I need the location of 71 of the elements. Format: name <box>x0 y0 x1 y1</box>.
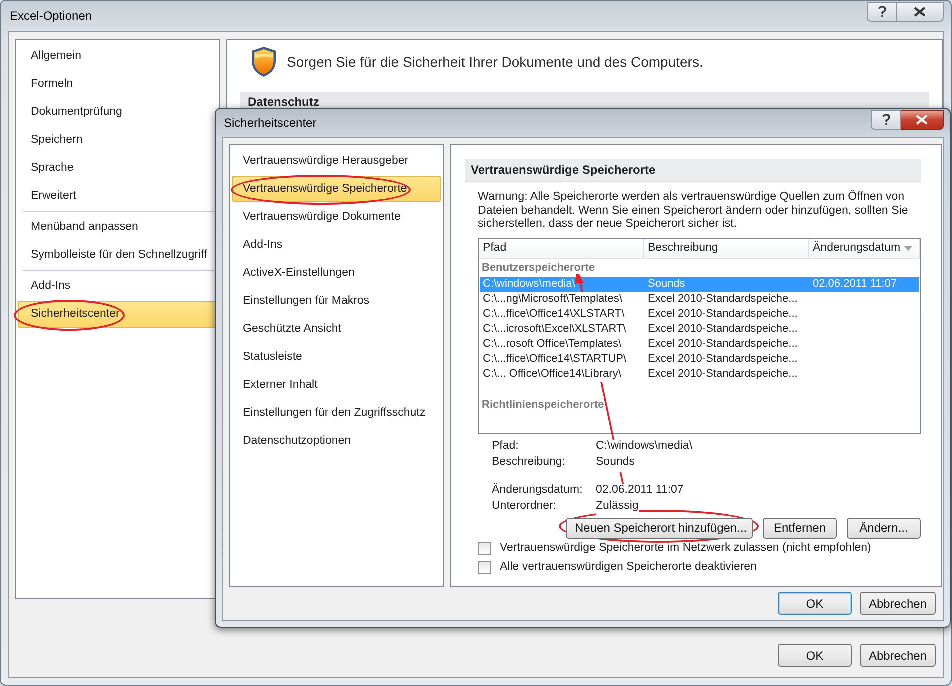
list-row[interactable]: C:\...ffice\Office14\STARTUP\ Excel 2010-Standardspeiche... <box>480 352 919 366</box>
cancel-button[interactable]: Abbrechen <box>860 644 936 667</box>
help-button[interactable] <box>871 110 901 130</box>
sidebar-item[interactable]: Sprache <box>18 155 217 182</box>
column-label: Pfad <box>483 242 507 254</box>
sidebar-item[interactable]: Allgemein <box>18 43 217 70</box>
row-cell: Excel 2010-Standardspeiche... <box>648 352 798 366</box>
column-header[interactable]: Änderungsdatum <box>809 238 920 258</box>
sidebar-item[interactable]: Geschützte Ansicht <box>232 316 441 342</box>
sidebar-item[interactable]: Add-Ins <box>232 232 441 258</box>
sidebar-item[interactable]: Vertrauenswürdige Dokumente <box>232 204 441 230</box>
help-icon <box>878 6 886 18</box>
modify-button[interactable]: Ändern... <box>847 518 921 538</box>
detail-label: Unterordner: <box>492 500 558 514</box>
column-header[interactable]: Beschreibung <box>644 238 809 258</box>
sidebar-item[interactable]: Menüband anpassen <box>18 214 217 241</box>
group-label: Benutzerspeicherorte <box>482 258 596 274</box>
sidebar-item[interactable]: ActiveX-Einstellungen <box>232 260 441 286</box>
close-icon <box>916 115 928 125</box>
row-cell: Excel 2010-Standardspeiche... <box>648 366 798 382</box>
group-label: Richtlinienspeicherorte <box>482 396 604 410</box>
window-title: Excel-Optionen <box>9 9 92 23</box>
sidebar-item[interactable]: Erweitert <box>18 183 217 210</box>
sidebar-item[interactable]: Einstellungen für Makros <box>232 288 441 314</box>
row-cell: Excel 2010-Standardspeiche... <box>648 336 798 352</box>
close-button[interactable] <box>897 2 944 22</box>
cancel-button[interactable]: Abbrechen <box>860 592 936 615</box>
column-label: Beschreibung <box>648 242 718 254</box>
warning-text: Warnung: Alle Speicherorte werden als vertrauenswürdige Quellen zum Öffnen von Dateien behandelt. Wenn Sie einen Speicherort ändern oder hinzufügen, sollten Sie sicherstellen, dass der neue Speicherort sicher ist. <box>478 190 910 230</box>
detail-label: Änderungsdatum: <box>492 484 584 498</box>
sidebar-item[interactable]: Formeln <box>18 71 217 98</box>
remove-button[interactable]: Entfernen <box>763 518 837 538</box>
ok-button[interactable]: OK <box>778 592 852 615</box>
list-row[interactable]: C:\...icrosoft\Excel\XLSTART\ Excel 2010-Standardspeiche... <box>480 322 919 336</box>
column-header[interactable]: Pfad <box>479 238 644 258</box>
section-title: Datenschutz <box>248 95 320 109</box>
dialog-title: Sicherheitscenter <box>223 116 317 130</box>
checkbox[interactable] <box>478 560 491 574</box>
sidebar-item[interactable]: Einstellungen für den Zugriffsschutz <box>232 400 441 426</box>
checkbox-label: Alle vertrauenswürdigen Speicherorte deaktivieren <box>500 561 757 573</box>
shield-icon <box>250 46 278 78</box>
row-cell: Excel 2010-Standardspeiche... <box>648 306 798 322</box>
add-location-button[interactable]: Neuen Speicherort hinzufügen... <box>566 518 753 538</box>
list-row[interactable]: C:\...ng\Microsoft\Templates\ Excel 2010-Standardspeiche... <box>480 292 919 306</box>
close-icon <box>914 7 926 17</box>
section-title: Vertrauenswürdige Speicherorte <box>471 163 656 177</box>
list-row[interactable]: C:\...ffice\Office14\XLSTART\ Excel 2010-Standardspeiche... <box>480 306 919 322</box>
help-icon <box>882 114 890 126</box>
sidebar-item[interactable]: Symbolleiste für den Schnellzugriff <box>18 242 217 269</box>
checkbox-label: Vertrauenswürdige Speicherorte im Netzwerk zulassen (nicht empfohlen) <box>500 542 872 554</box>
sidebar-item[interactable]: Vertrauenswürdige Speicherorte <box>232 176 441 202</box>
heading-text: Sorgen Sie für die Sicherheit Ihrer Dokumente und des Computers. <box>287 54 704 70</box>
sidebar-item[interactable]: Speichern <box>18 127 217 154</box>
detail-label: Beschreibung: <box>492 456 567 470</box>
close-button[interactable] <box>901 110 944 130</box>
sidebar-item[interactable]: Statusleiste <box>232 344 441 370</box>
sidebar-item[interactable]: Add-Ins <box>18 273 217 300</box>
detail-label: Pfad: <box>492 440 520 454</box>
sidebar-item[interactable]: Externer Inhalt <box>232 372 441 398</box>
sidebar-item[interactable]: Dokumentprüfung <box>18 99 217 126</box>
column-label: Änderungsdatum <box>813 242 901 254</box>
help-button[interactable] <box>867 2 897 22</box>
list-row[interactable]: C:\...rosoft Office\Templates\ Excel 2010-Standardspeiche... <box>480 336 919 352</box>
sidebar-item[interactable]: Vertrauenswürdige Herausgeber <box>232 148 441 174</box>
sidebar-item[interactable]: Sicherheitscenter <box>18 301 217 328</box>
row-cell: Excel 2010-Standardspeiche... <box>648 322 798 336</box>
checkbox[interactable] <box>478 542 491 554</box>
row-cell: Excel 2010-Standardspeiche... <box>648 292 798 306</box>
sidebar-item[interactable]: Datenschutzoptionen <box>232 428 441 454</box>
list-row[interactable]: C:\... Office\Office14\Library\ Excel 2010-Standardspeiche... <box>480 366 919 382</box>
ok-button[interactable]: OK <box>778 644 852 667</box>
